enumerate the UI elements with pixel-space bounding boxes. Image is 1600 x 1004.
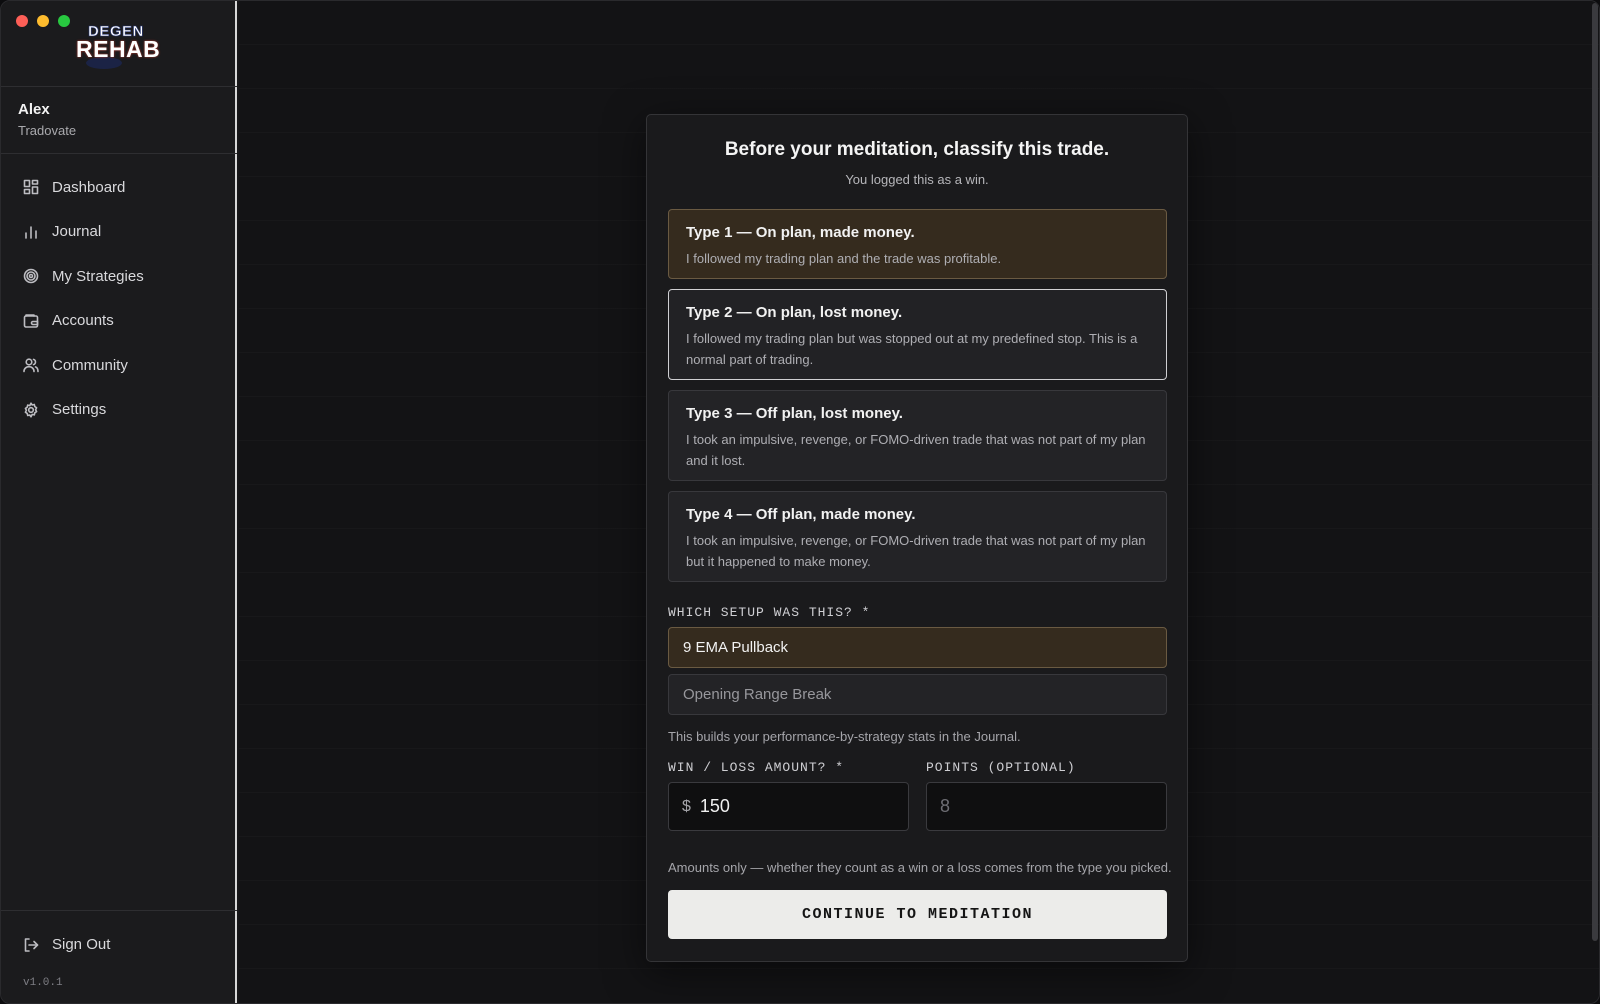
points-label: POINTS (OPTIONAL) xyxy=(926,760,1076,775)
sidebar-item-journal[interactable]: Journal xyxy=(1,210,237,255)
app-version: v1.0.1 xyxy=(23,977,63,989)
setup-label: WHICH SETUP WAS THIS? * xyxy=(668,605,871,620)
amount-label: WIN / LOSS AMOUNT? * xyxy=(668,760,845,775)
sidebar-item-label: Dashboard xyxy=(52,178,126,196)
dialog-subtitle: You logged this as a win. xyxy=(845,172,989,187)
sidebar-item-label: Community xyxy=(52,356,128,374)
option-description: I followed my trading plan but was stopp… xyxy=(686,331,1138,367)
amount-value: 150 xyxy=(699,796,730,816)
grid-icon xyxy=(23,179,39,195)
sidebar-item-dashboard[interactable]: Dashboard xyxy=(1,165,237,210)
setup-option-opening-range-break[interactable]: Opening Range Break xyxy=(668,674,1167,715)
setup-hint: This builds your performance-by-strategy… xyxy=(668,729,1021,744)
window-controls xyxy=(16,15,70,27)
sidebar-divider xyxy=(1,910,237,911)
gear-icon xyxy=(23,402,39,418)
option-title: Type 2 — On plan, lost money. xyxy=(686,304,903,321)
sidebar-item-my-strategies[interactable]: My Strategies xyxy=(1,254,237,299)
brand-logo[interactable]: DEGEN REHAB xyxy=(76,21,166,69)
trade-type-option-1[interactable]: Type 1 — On plan, made money. I followed… xyxy=(668,209,1167,279)
continue-to-meditation-button[interactable]: CONTINUE TO MEDITATION xyxy=(668,890,1167,939)
zoom-window-button[interactable] xyxy=(58,15,70,27)
trade-type-option-2[interactable]: Type 2 — On plan, lost money. I followed… xyxy=(668,289,1167,380)
points-placeholder: 8 xyxy=(940,796,951,816)
classify-trade-dialog: Before your meditation, classify this tr… xyxy=(646,114,1188,962)
sign-out-button[interactable]: Sign Out xyxy=(23,936,110,953)
sidebar-divider xyxy=(1,153,237,154)
minimize-window-button[interactable] xyxy=(37,15,49,27)
option-description: I took an impulsive, revenge, or FOMO-dr… xyxy=(686,533,1146,569)
app-window: DEGEN REHAB Alex Tradovate Dashboard Jou… xyxy=(0,0,1600,1004)
option-description: I took an impulsive, revenge, or FOMO-dr… xyxy=(686,432,1146,468)
points-input[interactable]: 8 xyxy=(926,782,1167,831)
option-title: Type 4 — Off plan, made money. xyxy=(686,506,916,523)
logo-text-bottom: REHAB xyxy=(76,36,161,62)
amount-input[interactable]: $ 150 xyxy=(668,782,909,831)
user-profile: Alex Tradovate xyxy=(18,101,76,138)
user-broker: Tradovate xyxy=(18,123,77,138)
wallet-icon xyxy=(23,313,39,329)
user-name: Alex xyxy=(18,101,50,118)
users-icon xyxy=(23,357,39,373)
currency-symbol: $ xyxy=(682,797,691,815)
sidebar-item-accounts[interactable]: Accounts xyxy=(1,299,237,344)
bar-chart-icon xyxy=(23,224,39,240)
dialog-title: Before your meditation, classify this tr… xyxy=(724,139,1110,160)
close-window-button[interactable] xyxy=(16,15,28,27)
sidebar-item-settings[interactable]: Settings xyxy=(1,388,237,433)
trade-type-option-3[interactable]: Type 3 — Off plan, lost money. I took an… xyxy=(668,390,1167,481)
setup-option-label: 9 EMA Pullback xyxy=(683,639,789,656)
target-icon xyxy=(23,268,39,284)
setup-option-9-ema-pullback[interactable]: 9 EMA Pullback xyxy=(668,627,1167,668)
sidebar-item-label: Journal xyxy=(52,223,102,241)
amount-hint: Amounts only — whether they count as a w… xyxy=(668,860,1172,875)
setup-option-label: Opening Range Break xyxy=(683,686,832,703)
option-title: Type 3 — Off plan, lost money. xyxy=(686,405,903,422)
sidebar-item-label: Accounts xyxy=(52,312,114,330)
sidebar: DEGEN REHAB Alex Tradovate Dashboard Jou… xyxy=(1,1,237,1003)
sidebar-divider xyxy=(1,86,237,87)
sidebar-item-label: My Strategies xyxy=(52,267,144,285)
option-title: Type 1 — On plan, made money. xyxy=(686,224,915,241)
option-description: I followed my trading plan and the trade… xyxy=(686,251,1002,266)
scrollbar[interactable] xyxy=(1592,3,1598,941)
sidebar-item-label: Settings xyxy=(52,401,107,419)
sign-out-label: Sign Out xyxy=(52,936,111,953)
logout-icon xyxy=(24,937,39,952)
trade-type-option-4[interactable]: Type 4 — Off plan, made money. I took an… xyxy=(668,491,1167,582)
sidebar-nav: Dashboard Journal My Strategies Accounts xyxy=(1,165,237,432)
sidebar-item-community[interactable]: Community xyxy=(1,343,237,388)
